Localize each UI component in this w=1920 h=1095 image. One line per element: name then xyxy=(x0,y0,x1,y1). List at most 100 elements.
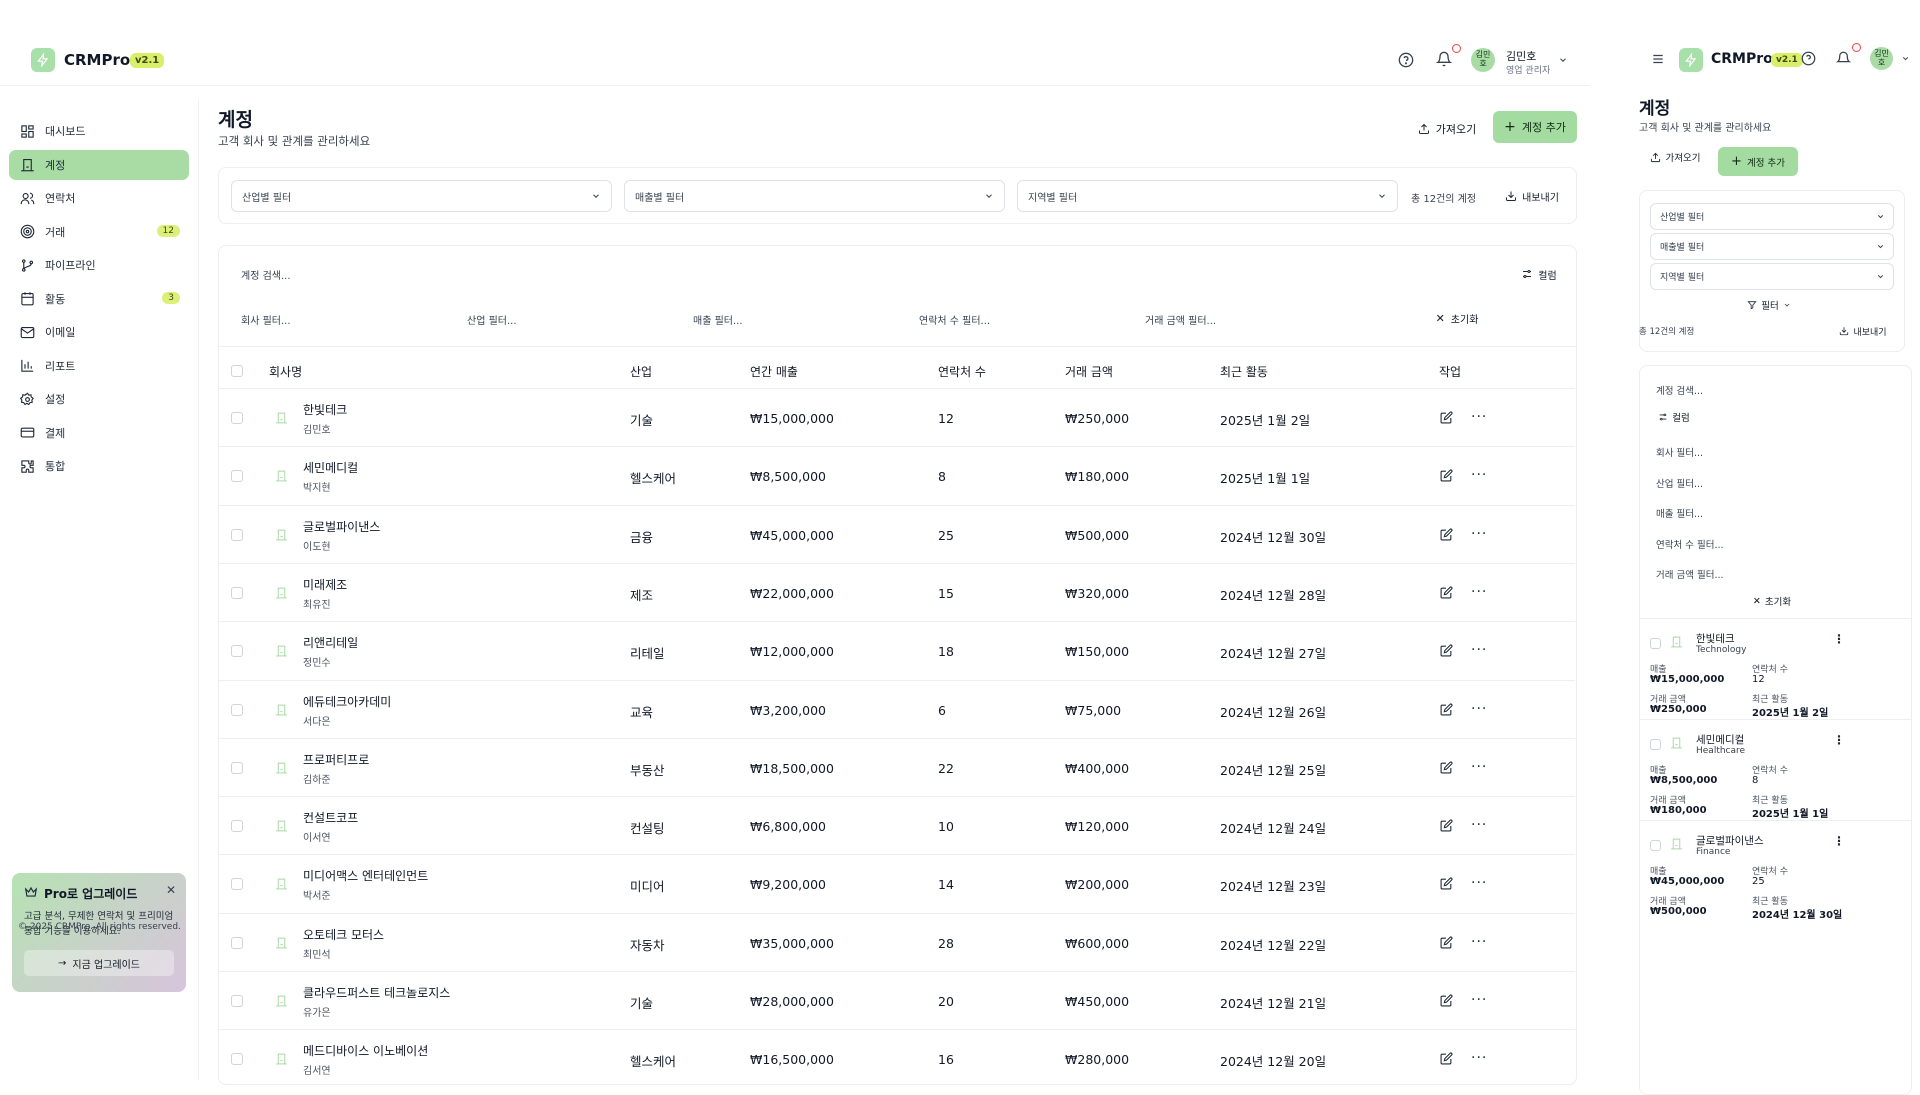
avatar[interactable]: 김민 호 xyxy=(1870,47,1893,70)
edit-icon[interactable] xyxy=(1440,586,1453,599)
columns-button[interactable]: 컬럼 xyxy=(1654,408,1694,426)
more-icon[interactable]: ··· xyxy=(1471,526,1487,542)
edit-icon[interactable] xyxy=(1440,761,1453,774)
row-checkbox[interactable] xyxy=(231,645,243,658)
more-icon[interactable]: ··· xyxy=(1471,642,1487,658)
table-search-input[interactable]: 계정 검색... xyxy=(241,267,291,282)
bell-icon[interactable] xyxy=(1436,51,1452,67)
edit-icon[interactable] xyxy=(1440,702,1453,716)
table-row[interactable]: 미디어맥스 엔터테인먼트 박서준 미디어 ₩9,200,000 14 ₩200,000 20… xyxy=(219,854,1575,912)
reset-button[interactable]: ✕ 초기화 xyxy=(1742,592,1802,610)
export-button[interactable]: 내보내기 xyxy=(1499,182,1565,210)
column-filter-input[interactable]: 거래 금액 필터... xyxy=(1656,567,1724,581)
upgrade-button[interactable]: → 지금 업그레이드 xyxy=(24,950,174,976)
table-search-input[interactable]: 계정 검색... xyxy=(1656,383,1703,397)
sidebar-item-7[interactable]: 리포트 xyxy=(9,351,189,381)
more-vertical-icon[interactable]: ⋮ xyxy=(1833,632,1845,646)
logo-icon[interactable] xyxy=(31,48,55,72)
company-cell[interactable]: 에듀테크아카데미 서다은 xyxy=(303,693,391,728)
company-cell[interactable]: 오토테크 모터스 최민석 xyxy=(303,926,384,961)
account-card[interactable]: 한빛테크 Technology ⋮ 매출 ₩15,000,000 연락처 수 12 거래 금액… xyxy=(1640,618,1911,719)
row-checkbox[interactable] xyxy=(1650,739,1661,750)
company-cell[interactable]: 리앤리테일 정민수 xyxy=(303,634,358,669)
company-cell[interactable]: 세민메디컬 박지현 xyxy=(303,459,358,494)
add-account-button[interactable]: + 계정 추가 xyxy=(1493,111,1577,143)
sidebar-item-8[interactable]: 설정 xyxy=(9,384,189,414)
column-filter-input[interactable]: 연락처 수 필터... xyxy=(1656,537,1724,551)
edit-icon[interactable] xyxy=(1440,469,1453,482)
close-icon[interactable]: ✕ xyxy=(166,883,176,897)
edit-icon[interactable] xyxy=(1440,411,1453,424)
export-button[interactable]: 내보내기 xyxy=(1830,321,1896,341)
table-row[interactable]: 세민메디컬 박지현 헬스케어 ₩8,500,000 8 ₩180,000 2025년 1월 … xyxy=(219,446,1575,504)
menu-icon[interactable] xyxy=(1651,52,1665,66)
row-checkbox[interactable] xyxy=(231,995,243,1007)
more-icon[interactable]: ··· xyxy=(1471,584,1487,600)
more-icon[interactable]: ··· xyxy=(1471,467,1487,483)
more-vertical-icon[interactable]: ⋮ xyxy=(1833,733,1845,747)
account-card[interactable]: 글로벌파이낸스 Finance ⋮ 매출 ₩45,000,000 연락처 수 25 거래 금액… xyxy=(1640,820,1911,921)
table-row[interactable]: 글로벌파이낸스 이도현 금융 ₩45,000,000 25 ₩500,000 2024년 1… xyxy=(219,504,1575,563)
more-icon[interactable]: ··· xyxy=(1471,992,1487,1008)
row-checkbox[interactable] xyxy=(231,1053,243,1066)
column-filter-input[interactable]: 거래 금액 필터... xyxy=(1145,312,1216,327)
sidebar-item-1[interactable]: 계정 xyxy=(9,149,189,180)
table-row[interactable]: 클라우드퍼스트 테크놀로지스 유가은 기술 ₩28,000,000 20 ₩450,000… xyxy=(219,971,1575,1029)
row-checkbox[interactable] xyxy=(1650,638,1661,649)
more-icon[interactable]: ··· xyxy=(1471,934,1487,950)
table-row[interactable]: 리앤리테일 정민수 리테일 ₩12,000,000 18 ₩150,000 2024년 12… xyxy=(219,621,1575,679)
column-filter-input[interactable]: 연락처 수 필터... xyxy=(919,312,990,327)
columns-button[interactable]: 컬럼 xyxy=(1517,260,1561,288)
import-button[interactable]: 가져오기 xyxy=(1412,114,1482,144)
chevron-down-icon[interactable] xyxy=(1901,54,1910,63)
sidebar-item-9[interactable]: 결제 xyxy=(9,418,189,448)
revenue-filter-select[interactable]: 매출별 필터 xyxy=(624,180,1005,212)
column-filter-input[interactable]: 회사 필터... xyxy=(1656,445,1703,459)
add-account-button[interactable]: + 계정 추가 xyxy=(1718,147,1798,176)
user-name[interactable]: 김민호 xyxy=(1506,48,1536,64)
filter-toggle-button[interactable]: 필터 xyxy=(1736,295,1802,315)
row-checkbox[interactable] xyxy=(231,878,243,891)
row-checkbox[interactable] xyxy=(231,936,243,949)
table-row[interactable]: 오토테크 모터스 최민석 자동차 ₩35,000,000 28 ₩600,000 2024년… xyxy=(219,912,1575,971)
table-row[interactable]: 프로퍼티프로 김하준 부동산 ₩18,500,000 22 ₩400,000 2024년 1… xyxy=(219,737,1575,796)
column-filter-input[interactable]: 산업 필터... xyxy=(467,312,517,327)
company-cell[interactable]: 프로퍼티프로 김하준 xyxy=(303,751,369,786)
column-filter-input[interactable]: 회사 필터... xyxy=(241,312,291,327)
column-filter-input[interactable]: 매출 필터... xyxy=(1656,506,1703,520)
more-icon[interactable]: ··· xyxy=(1471,875,1487,891)
select-all-checkbox[interactable] xyxy=(231,365,243,377)
row-checkbox[interactable] xyxy=(231,470,243,483)
region-filter-select[interactable]: 지역별 필터 xyxy=(1017,180,1398,212)
sidebar-item-2[interactable]: 연락처 xyxy=(9,183,189,213)
revenue-filter-select[interactable]: 매출별 필터 xyxy=(1650,233,1894,260)
table-row[interactable]: 에듀테크아카데미 서다은 교육 ₩3,200,000 6 ₩75,000 2024년 12월… xyxy=(219,679,1575,738)
more-icon[interactable]: ··· xyxy=(1471,409,1487,425)
edit-icon[interactable] xyxy=(1440,877,1453,890)
table-row[interactable]: 미래제조 최유진 제조 ₩22,000,000 15 ₩320,000 2024년 12월 … xyxy=(219,562,1575,621)
sidebar-item-0[interactable]: 대시보드 xyxy=(9,116,189,146)
help-icon[interactable] xyxy=(1398,52,1414,68)
edit-icon[interactable] xyxy=(1440,1052,1453,1065)
import-button[interactable]: 가져오기 xyxy=(1645,144,1705,170)
row-checkbox[interactable] xyxy=(231,820,243,833)
reset-button[interactable]: ✕ 초기화 xyxy=(1429,306,1485,330)
industry-filter-select[interactable]: 산업별 필터 xyxy=(1650,203,1894,230)
bell-icon[interactable] xyxy=(1836,51,1851,66)
industry-filter-select[interactable]: 산업별 필터 xyxy=(231,180,612,212)
chevron-down-icon[interactable] xyxy=(1558,55,1568,65)
row-checkbox[interactable] xyxy=(231,703,243,716)
row-checkbox[interactable] xyxy=(1650,840,1661,851)
logo-icon[interactable] xyxy=(1679,48,1703,72)
company-cell[interactable]: 미래제조 최유진 xyxy=(303,576,347,611)
account-card[interactable]: 세민메디컬 Healthcare ⋮ 매출 ₩8,500,000 연락처 수 8 거래 금액 ₩… xyxy=(1640,719,1911,820)
help-icon[interactable] xyxy=(1801,51,1816,66)
edit-icon[interactable] xyxy=(1440,644,1453,657)
table-row[interactable]: 메드디바이스 이노베이션 김서연 헬스케어 ₩16,500,000 16 ₩280,000… xyxy=(219,1029,1575,1084)
more-vertical-icon[interactable]: ⋮ xyxy=(1833,834,1845,848)
table-row[interactable]: 한빛테크 김민호 기술 ₩15,000,000 12 ₩250,000 2025년 1월 2… xyxy=(219,388,1575,446)
more-icon[interactable]: ··· xyxy=(1471,1050,1487,1066)
more-icon[interactable]: ··· xyxy=(1471,701,1487,717)
company-cell[interactable]: 글로벌파이낸스 이도현 xyxy=(303,518,380,553)
row-checkbox[interactable] xyxy=(231,761,243,774)
